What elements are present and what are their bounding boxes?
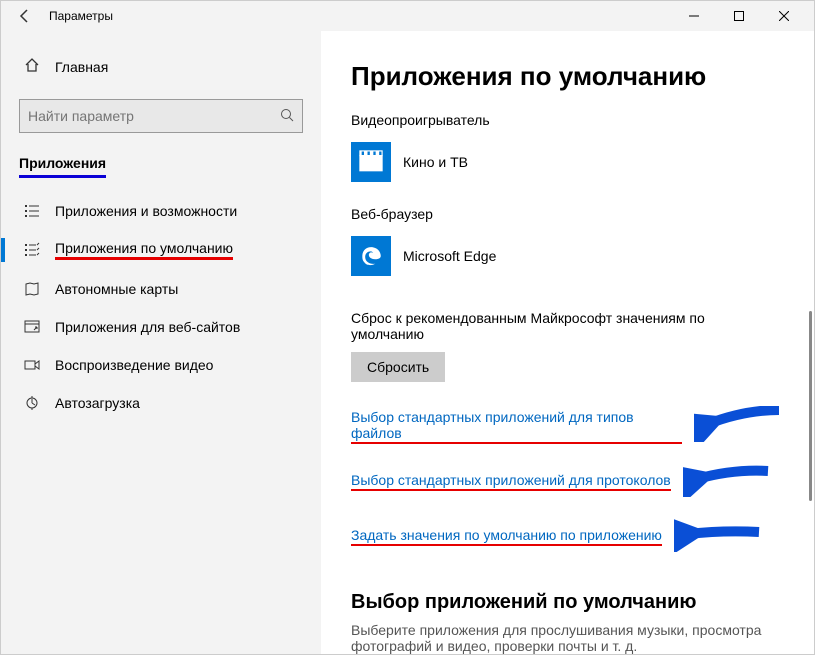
link-by-app[interactable]: Задать значения по умолчанию по приложен…	[351, 527, 662, 546]
home-label: Главная	[55, 59, 108, 75]
sidebar-item-label: Приложения по умолчанию	[55, 240, 233, 260]
annotation-arrow-icon	[674, 516, 764, 557]
search-box[interactable]	[19, 99, 303, 133]
maximize-button[interactable]	[716, 1, 761, 31]
sidebar-item-label: Автономные карты	[55, 281, 178, 297]
video-icon	[23, 356, 41, 374]
edge-icon	[351, 236, 391, 276]
home-icon	[23, 57, 41, 77]
web-browser-name: Microsoft Edge	[403, 248, 496, 264]
scrollbar[interactable]	[800, 31, 814, 654]
sidebar-item-label: Приложения и возможности	[55, 203, 237, 219]
startup-icon	[23, 394, 41, 412]
back-button[interactable]	[9, 1, 41, 31]
titlebar: Параметры	[1, 1, 814, 31]
annotation-arrow-icon	[683, 461, 773, 502]
window-controls	[671, 1, 806, 31]
sidebar-item-startup[interactable]: Автозагрузка	[19, 384, 303, 422]
scrollbar-thumb[interactable]	[809, 311, 812, 501]
reset-button[interactable]: Сбросить	[351, 352, 445, 382]
sidebar-item-apps-websites[interactable]: Приложения для веб-сайтов	[19, 308, 303, 346]
minimize-button[interactable]	[671, 1, 716, 31]
sidebar-item-video-playback[interactable]: Воспроизведение видео	[19, 346, 303, 384]
section2-description: Выберите приложения для прослушивания му…	[351, 622, 781, 654]
link-protocols[interactable]: Выбор стандартных приложений для протоко…	[351, 472, 671, 491]
sidebar-item-offline-maps[interactable]: Автономные карты	[19, 270, 303, 308]
link-file-types[interactable]: Выбор стандартных приложений для типов ф…	[351, 409, 682, 444]
sidebar-item-label: Автозагрузка	[55, 395, 140, 411]
map-icon	[23, 280, 41, 298]
video-player-name: Кино и ТВ	[403, 154, 468, 170]
search-icon	[280, 108, 294, 125]
video-player-app[interactable]: Кино и ТВ	[351, 138, 784, 206]
web-browser-label: Веб-браузер	[351, 206, 784, 222]
web-browser-app[interactable]: Microsoft Edge	[351, 232, 784, 300]
defaults-icon	[23, 241, 41, 259]
movies-tv-icon	[351, 142, 391, 182]
section2-title: Выбор приложений по умолчанию	[351, 591, 784, 614]
window-title: Параметры	[49, 9, 113, 23]
content-area: Приложения по умолчанию Видеопроигрывате…	[321, 31, 814, 654]
video-player-label: Видеопроигрыватель	[351, 112, 784, 128]
sidebar-item-label: Воспроизведение видео	[55, 357, 213, 373]
home-nav[interactable]: Главная	[19, 49, 303, 85]
search-input[interactable]	[28, 108, 280, 124]
list-icon	[23, 202, 41, 220]
sidebar-item-label: Приложения для веб-сайтов	[55, 319, 240, 335]
page-title: Приложения по умолчанию	[351, 61, 784, 92]
close-button[interactable]	[761, 1, 806, 31]
sidebar: Главная Приложения Приложения и возможно…	[1, 31, 321, 654]
sidebar-section-header: Приложения	[19, 151, 106, 178]
website-icon	[23, 318, 41, 336]
sidebar-item-apps-features[interactable]: Приложения и возможности	[19, 192, 303, 230]
annotation-arrow-icon	[694, 406, 784, 447]
reset-description: Сброс к рекомендованным Майкрософт значе…	[351, 310, 771, 342]
sidebar-item-default-apps[interactable]: Приложения по умолчанию	[19, 230, 303, 270]
